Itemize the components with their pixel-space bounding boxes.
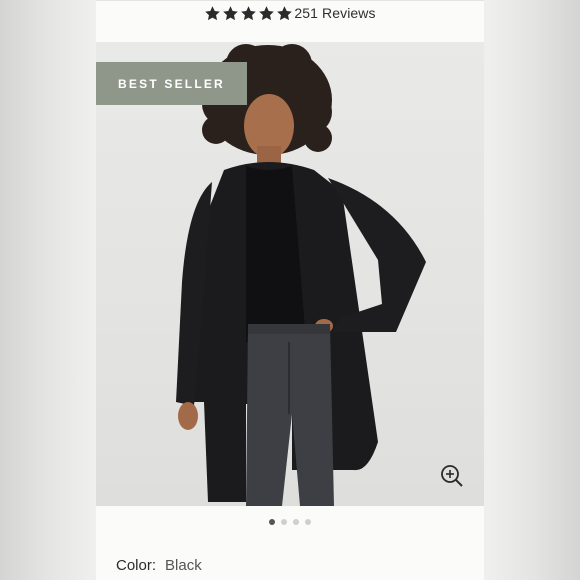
- carousel-dots: [96, 517, 484, 527]
- carousel-dot[interactable]: [305, 519, 311, 525]
- reviews-link[interactable]: 251 Reviews: [294, 5, 375, 21]
- carousel-dot[interactable]: [269, 519, 275, 525]
- star-icon: [258, 5, 275, 22]
- product-panel: 251 Reviews BEST SELLER Color: Black: [96, 0, 484, 580]
- product-image[interactable]: BEST SELLER: [96, 42, 484, 506]
- star-icon: [204, 5, 221, 22]
- divider: [96, 0, 484, 1]
- color-selector-label: Color: Black: [116, 557, 202, 574]
- zoom-in-icon[interactable]: [440, 464, 464, 488]
- rating-row[interactable]: 251 Reviews: [96, 2, 484, 24]
- carousel-dot[interactable]: [281, 519, 287, 525]
- color-label: Color:: [116, 557, 157, 574]
- star-icon: [240, 5, 257, 22]
- star-icon: [222, 5, 239, 22]
- carousel-dot[interactable]: [293, 519, 299, 525]
- best-seller-badge: BEST SELLER: [96, 62, 247, 105]
- model-photo: [176, 44, 426, 506]
- star-icon: [276, 5, 293, 22]
- color-value: Black: [165, 557, 202, 574]
